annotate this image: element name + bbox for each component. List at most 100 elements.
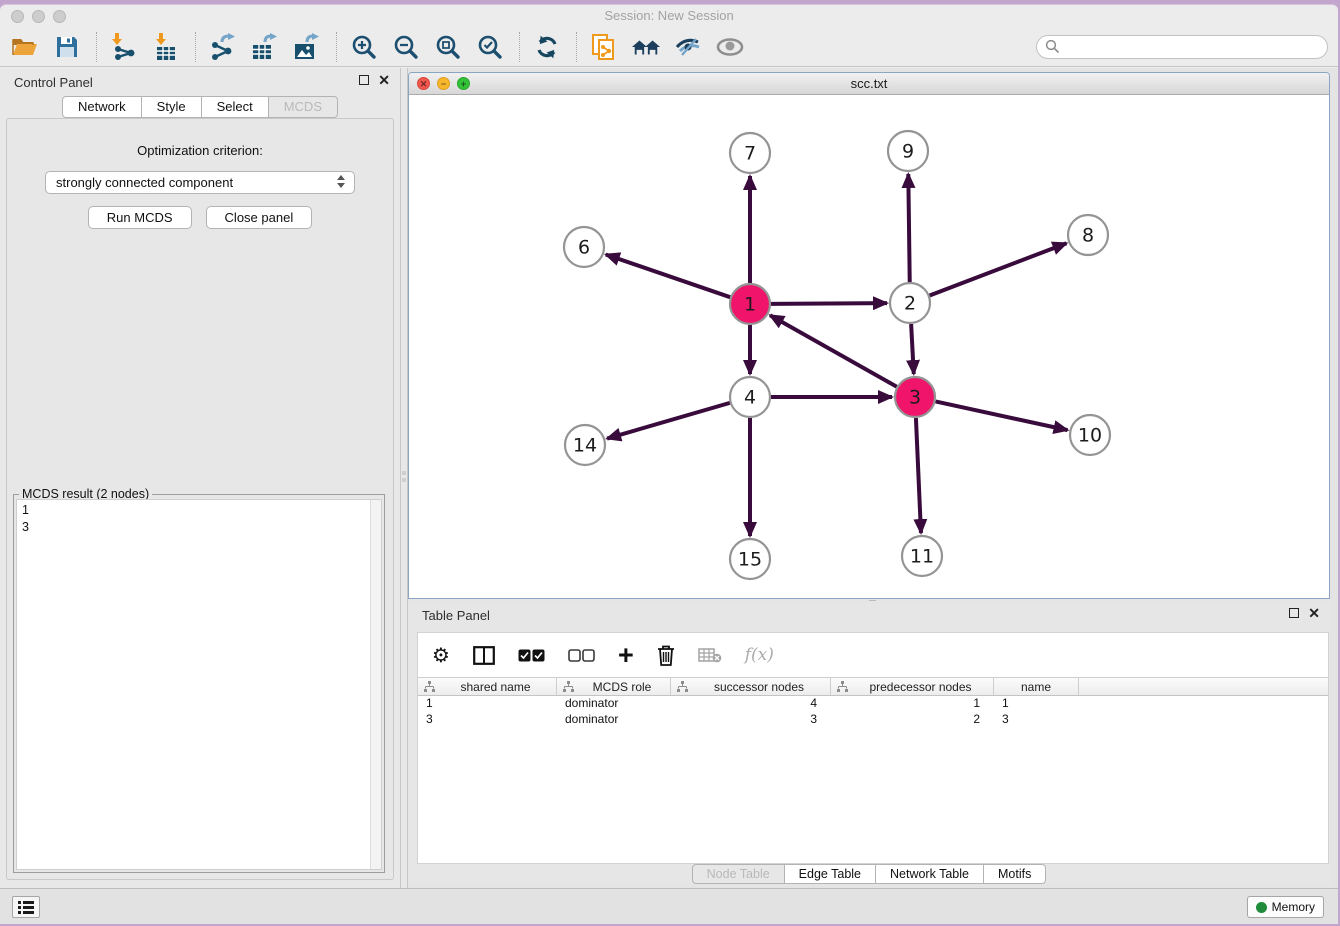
table-panel: Table Panel ✕ ⚙ + [408, 601, 1330, 884]
combo-arrows-icon [337, 175, 346, 188]
node-7[interactable]: 7 [730, 133, 770, 173]
add-column-icon[interactable]: + [618, 642, 634, 668]
cell-successor-nodes[interactable]: 4 [671, 696, 831, 712]
edge-3-1[interactable] [770, 315, 897, 386]
zoom-out-icon[interactable] [391, 32, 421, 62]
save-icon[interactable] [52, 32, 82, 62]
cell-MCDS-role[interactable]: dominator [557, 696, 671, 712]
export-image-icon[interactable] [292, 32, 322, 62]
cell-successor-nodes[interactable]: 3 [671, 712, 831, 728]
close-panel-icon[interactable]: ✕ [378, 75, 390, 85]
table-settings-icon[interactable]: ⚙ [432, 642, 450, 668]
node-2[interactable]: 2 [890, 283, 930, 323]
vertical-splitter[interactable] [400, 68, 408, 888]
float-panel-icon[interactable] [359, 75, 369, 85]
cell-name[interactable]: 1 [994, 696, 1079, 712]
select-all-checkboxes-icon[interactable] [518, 642, 545, 668]
close-panel-button[interactable]: Close panel [206, 206, 313, 229]
column-header-name[interactable]: name [994, 678, 1079, 695]
toolbar-separator [96, 32, 97, 62]
node-15[interactable]: 15 [730, 539, 770, 579]
app-window: Session: New Session [0, 4, 1338, 924]
node-9[interactable]: 9 [888, 131, 928, 171]
edge-4-14[interactable] [607, 403, 730, 439]
table-row[interactable]: 3dominator323 [418, 712, 1328, 728]
node-10[interactable]: 10 [1070, 415, 1110, 455]
cell-predecessor-nodes[interactable]: 2 [831, 712, 994, 728]
refresh-icon[interactable] [532, 32, 562, 62]
tab-style[interactable]: Style [142, 96, 202, 118]
control-panel-title: Control Panel [14, 75, 93, 90]
float-table-panel-icon[interactable] [1289, 608, 1299, 618]
network-canvas[interactable]: 7 9 6 8 1 2 4 3 14 10 15 11 [409, 96, 1329, 598]
node-4[interactable]: 4 [730, 377, 770, 417]
deselect-all-checkboxes-icon[interactable] [568, 642, 595, 668]
open-file-icon[interactable] [10, 32, 40, 62]
toolbar-separator [336, 32, 337, 62]
search-input[interactable] [1060, 39, 1319, 54]
task-history-button[interactable] [12, 896, 40, 918]
column-header-shared-name[interactable]: shared name [418, 678, 557, 695]
export-network-icon[interactable] [208, 32, 238, 62]
result-scrollbar[interactable] [370, 500, 381, 869]
export-table-icon[interactable] [250, 32, 280, 62]
zoom-in-icon[interactable] [349, 32, 379, 62]
home-neighbors-icon[interactable] [631, 32, 661, 62]
node-11[interactable]: 11 [902, 536, 942, 576]
edge-3-11[interactable] [916, 418, 921, 533]
import-network-icon[interactable] [109, 32, 139, 62]
cell-shared-name[interactable]: 3 [418, 712, 557, 728]
tab-select[interactable]: Select [202, 96, 269, 118]
search-box[interactable] [1036, 35, 1328, 59]
cell-predecessor-nodes[interactable]: 1 [831, 696, 994, 712]
edge-2-8[interactable] [930, 243, 1067, 295]
zoom-fit-icon[interactable] [433, 32, 463, 62]
node-3[interactable]: 3 [895, 377, 935, 417]
delete-column-icon[interactable] [657, 642, 675, 668]
hide-selected-icon[interactable] [673, 32, 703, 62]
table-body: 1dominator4113dominator323 [418, 696, 1328, 728]
edge-3-10[interactable] [936, 401, 1068, 430]
cell-name[interactable]: 3 [994, 712, 1079, 728]
node-label: 7 [744, 143, 756, 165]
control-panel-tabs: NetworkStyleSelectMCDS [0, 96, 400, 118]
table-row[interactable]: 1dominator411 [418, 696, 1328, 712]
mcds-result-text[interactable]: 13 [16, 499, 382, 870]
tab-network-table[interactable]: Network Table [876, 864, 984, 884]
memory-button[interactable]: Memory [1247, 896, 1324, 918]
edge-2-9[interactable] [908, 174, 909, 282]
mcds-result-group: MCDS result (2 nodes) 13 [13, 494, 385, 873]
edge-2-3[interactable] [911, 324, 914, 374]
close-table-panel-icon[interactable]: ✕ [1308, 608, 1320, 618]
run-mcds-button[interactable]: Run MCDS [88, 206, 192, 229]
apply-function-icon[interactable]: f(x) [745, 642, 774, 668]
edge-1-2[interactable] [771, 303, 887, 304]
destroy-table-icon[interactable] [698, 642, 722, 668]
result-lines: 13 [22, 502, 376, 536]
cell-shared-name[interactable]: 1 [418, 696, 557, 712]
clone-network-icon[interactable] [589, 32, 619, 62]
node-label: 4 [744, 387, 756, 409]
import-table-icon[interactable] [151, 32, 181, 62]
tab-motifs[interactable]: Motifs [984, 864, 1046, 884]
split-pane-icon[interactable] [473, 642, 495, 668]
optimization-criterion-select[interactable]: strongly connected component [45, 171, 355, 194]
node-8[interactable]: 8 [1068, 215, 1108, 255]
optimization-criterion-label: Optimization criterion: [7, 143, 393, 158]
zoom-selected-icon[interactable] [475, 32, 505, 62]
column-header-MCDS-role[interactable]: MCDS role [557, 678, 671, 695]
node-6[interactable]: 6 [564, 227, 604, 267]
tab-node-table[interactable]: Node Table [692, 864, 785, 884]
node-14[interactable]: 14 [565, 425, 605, 465]
cell-MCDS-role[interactable]: dominator [557, 712, 671, 728]
show-all-icon[interactable] [715, 32, 745, 62]
node-1[interactable]: 1 [730, 284, 770, 324]
tab-edge-table[interactable]: Edge Table [785, 864, 876, 884]
edge-1-6[interactable] [606, 254, 730, 297]
tab-mcds[interactable]: MCDS [269, 96, 338, 118]
column-header-predecessor-nodes[interactable]: predecessor nodes [831, 678, 994, 695]
splitter-grip [402, 471, 406, 475]
mcds-tab-content: Optimization criterion: strongly connect… [6, 118, 394, 880]
column-header-successor-nodes[interactable]: successor nodes [671, 678, 831, 695]
tab-network[interactable]: Network [62, 96, 142, 118]
